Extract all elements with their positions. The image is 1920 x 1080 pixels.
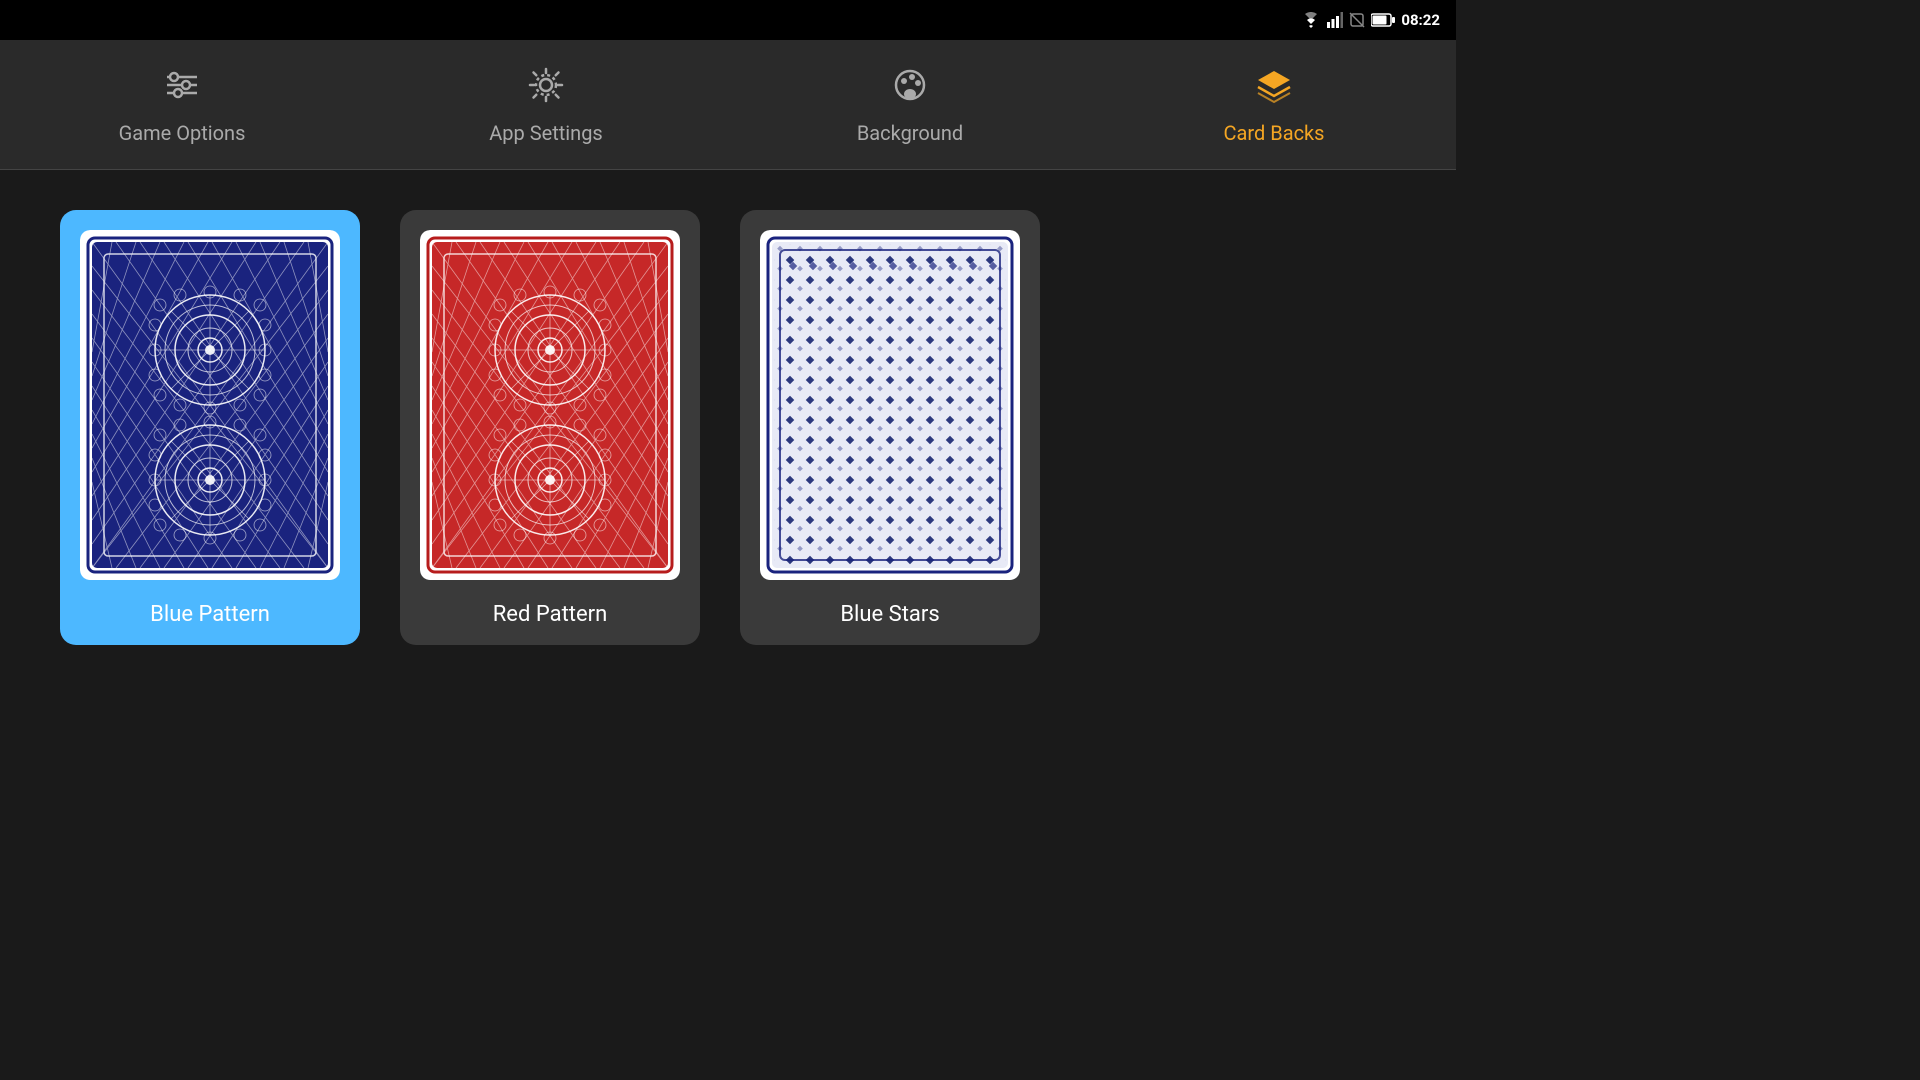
battery-icon (1371, 13, 1395, 27)
sliders-icon (162, 65, 202, 111)
nav-tabs: Game Options App Settings Background (0, 40, 1456, 170)
card-wrapper-red (400, 210, 700, 590)
card-label-red-pattern: Red Pattern (400, 590, 700, 645)
layers-icon (1254, 65, 1294, 111)
tab-game-options[interactable]: Game Options (0, 40, 364, 169)
tab-game-options-label: Game Options (119, 121, 246, 145)
palette-icon (890, 65, 930, 111)
tab-app-settings[interactable]: App Settings (364, 40, 728, 169)
status-time: 08:22 (1401, 11, 1440, 29)
tab-card-backs[interactable]: Card Backs (1092, 40, 1456, 169)
main-content: Blue Pattern (0, 170, 1456, 685)
wifi-icon (1301, 12, 1321, 28)
card-image-blue-pattern (80, 230, 340, 580)
card-option-blue-stars[interactable]: /* placeholder */ (740, 210, 1040, 645)
card-option-blue-pattern[interactable]: Blue Pattern (60, 210, 360, 645)
card-wrapper-blue-stars: /* placeholder */ (740, 210, 1040, 590)
signal-icon (1327, 12, 1343, 28)
card-label-blue-stars: Blue Stars (740, 590, 1040, 645)
no-sim-icon (1349, 12, 1365, 28)
card-label-blue-pattern: Blue Pattern (60, 590, 360, 645)
card-image-red-pattern (420, 230, 680, 580)
gear-icon (526, 65, 566, 111)
tab-background[interactable]: Background (728, 40, 1092, 169)
card-option-red-pattern[interactable]: Red Pattern (400, 210, 700, 645)
tab-app-settings-label: App Settings (489, 121, 603, 145)
card-wrapper-blue (60, 210, 360, 590)
status-bar: 08:22 (0, 0, 1456, 40)
card-image-blue-stars: /* placeholder */ (760, 230, 1020, 580)
tab-background-label: Background (857, 121, 963, 145)
tab-card-backs-label: Card Backs (1224, 121, 1325, 145)
status-icons: 08:22 (1301, 11, 1440, 29)
